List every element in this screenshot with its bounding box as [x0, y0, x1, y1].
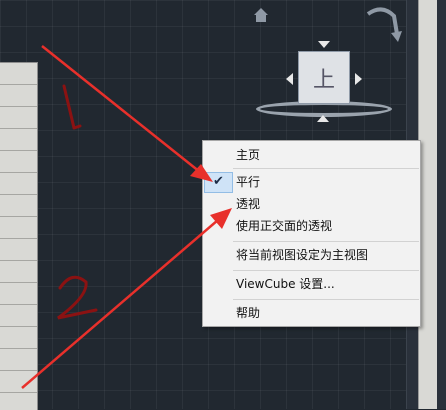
menu-separator — [233, 270, 419, 271]
menu-item-label: ViewCube 设置... — [236, 277, 335, 291]
pan-down-arrow-icon[interactable] — [317, 115, 329, 122]
orbit-arrow-icon[interactable] — [362, 4, 404, 46]
menu-item-parallel[interactable]: 平行 — [203, 172, 420, 193]
menu-item-perspective[interactable]: 透视 — [203, 194, 420, 215]
layer-row[interactable] — [0, 371, 37, 393]
layer-row[interactable] — [0, 63, 37, 85]
menu-item-set-home-view[interactable]: 将当前视图设定为主视图 — [203, 245, 420, 266]
layer-row[interactable] — [0, 261, 37, 283]
menu-item-label: 将当前视图设定为主视图 — [236, 248, 369, 262]
layer-row[interactable] — [0, 239, 37, 261]
layer-row[interactable] — [0, 85, 37, 107]
menu-item-label: 使用正交面的透视 — [236, 219, 333, 233]
menu-item-home[interactable]: 主页 — [203, 145, 420, 166]
menu-item-label: 帮助 — [236, 306, 261, 320]
layer-row[interactable] — [0, 151, 37, 173]
menu-separator — [233, 241, 419, 242]
menu-item-label: 主页 — [236, 148, 261, 162]
menu-item-label: 平行 — [236, 175, 261, 189]
menu-item-label: 透视 — [236, 197, 261, 211]
menu-item-viewcube-settings[interactable]: ViewCube 设置... — [203, 274, 420, 295]
viewcube-context-menu: 主页 ✔ 平行 透视 使用正交面的透视 将当前视图设定为主视图 ViewCube… — [202, 140, 421, 327]
layer-row[interactable] — [0, 349, 37, 371]
layer-row[interactable] — [0, 173, 37, 195]
layer-row[interactable] — [0, 195, 37, 217]
pan-up-arrow-icon[interactable] — [318, 41, 330, 48]
layer-panel — [0, 62, 38, 410]
layer-row[interactable] — [0, 129, 37, 151]
layer-row[interactable] — [0, 217, 37, 239]
menu-separator — [233, 168, 419, 169]
viewcube-face-top[interactable]: 上 — [298, 51, 350, 104]
menu-separator — [233, 299, 419, 300]
menu-item-help[interactable]: 帮助 — [203, 303, 420, 324]
menu-item-perspective-ortho-faces[interactable]: 使用正交面的透视 — [203, 216, 420, 237]
pan-right-arrow-icon[interactable] — [355, 73, 362, 85]
home-icon[interactable] — [253, 7, 269, 23]
layer-row[interactable] — [0, 283, 37, 305]
layer-row[interactable] — [0, 107, 37, 129]
pan-left-arrow-icon[interactable] — [286, 73, 293, 85]
layer-row[interactable] — [0, 327, 37, 349]
layer-row[interactable] — [0, 305, 37, 327]
